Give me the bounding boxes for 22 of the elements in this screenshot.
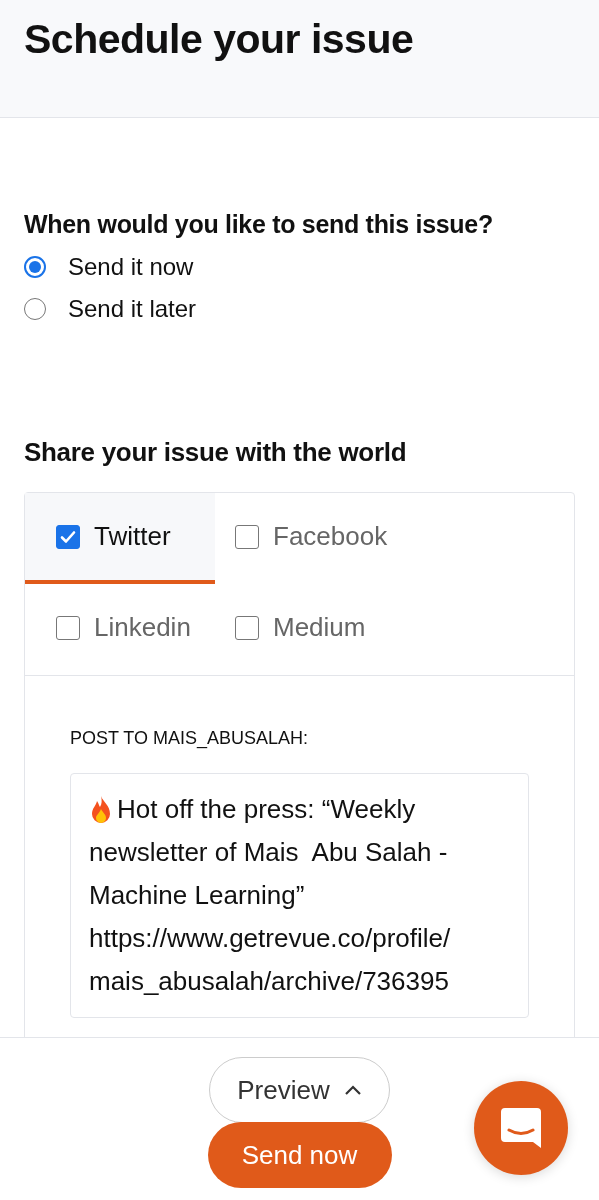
send-now-button[interactable]: Send now bbox=[207, 1122, 392, 1188]
post-label: POST TO MAIS_ABUSALAH: bbox=[70, 728, 309, 749]
schedule-question: When would you like to send this issue? bbox=[24, 210, 493, 239]
checkbox[interactable] bbox=[235, 615, 259, 640]
network-tab[interactable]: Twitter bbox=[25, 493, 215, 584]
network-tab[interactable]: Linkedin bbox=[25, 584, 215, 675]
radio-option[interactable]: Send it now bbox=[24, 253, 575, 281]
radio-button[interactable] bbox=[24, 256, 46, 278]
preview-button[interactable]: Preview bbox=[209, 1057, 390, 1123]
chat-bubble-icon bbox=[499, 1106, 543, 1150]
checkbox[interactable] bbox=[235, 524, 259, 549]
caret-icon bbox=[343, 1084, 362, 1096]
network-tab[interactable]: Medium bbox=[215, 584, 574, 675]
check-icon bbox=[60, 529, 76, 544]
share-heading: Share your issue with the world bbox=[24, 437, 407, 468]
radio-option[interactable]: Send it later bbox=[24, 295, 575, 323]
network-tab[interactable]: Facebook bbox=[215, 493, 574, 584]
checkbox[interactable] bbox=[56, 524, 80, 549]
post-text-field[interactable]: Hot off the press: “Weekly newsletter of Mais Abu Salah - Machine Learning” https://www.getrevue.co/profile/ mais_abusalah/archive/736395 bbox=[70, 773, 529, 1018]
checkbox[interactable] bbox=[56, 615, 80, 640]
fire-icon bbox=[89, 794, 113, 825]
page-title: Schedule your issue bbox=[24, 16, 414, 63]
